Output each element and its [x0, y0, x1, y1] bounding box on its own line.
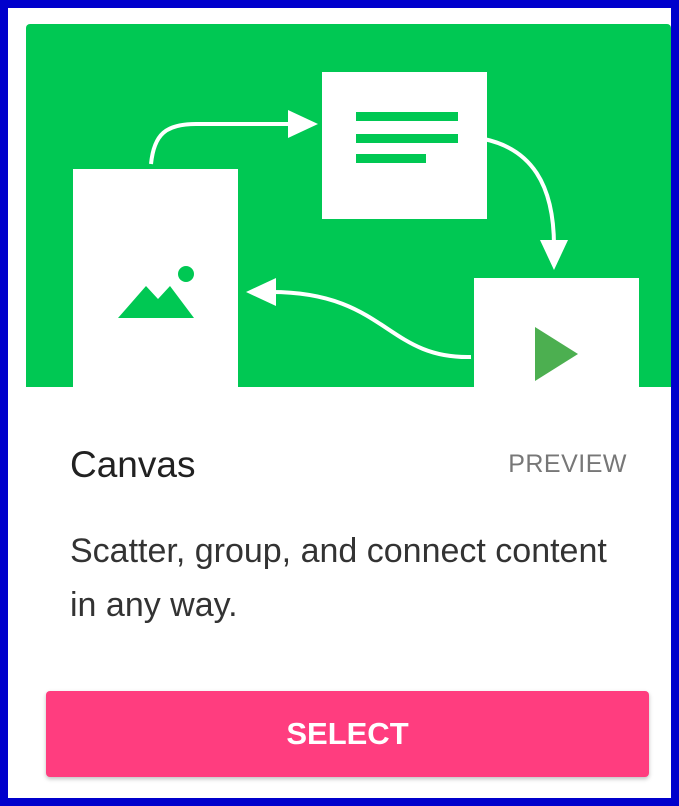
arrowhead-right-icon — [288, 110, 318, 138]
window-frame: Canvas PREVIEW Scatter, group, and conne… — [8, 8, 671, 798]
card-title: Canvas — [70, 444, 196, 485]
card-illustration — [26, 24, 671, 387]
media-panel — [474, 278, 639, 387]
flow-arrow-right — [483, 137, 556, 247]
flow-arrow-top — [149, 122, 294, 165]
flow-arrow-return — [270, 290, 472, 360]
arrowhead-left-icon — [246, 278, 276, 306]
document-panel — [322, 72, 487, 219]
card-description: Scatter, group, and connect content in a… — [70, 532, 607, 624]
canvas-illustration — [73, 72, 639, 387]
preview-badge: PREVIEW — [508, 450, 627, 478]
image-panel — [73, 169, 238, 387]
arrowhead-down-icon — [540, 240, 568, 270]
select-button[interactable]: SELECT — [46, 691, 649, 777]
template-card: Canvas PREVIEW Scatter, group, and conne… — [26, 24, 671, 798]
